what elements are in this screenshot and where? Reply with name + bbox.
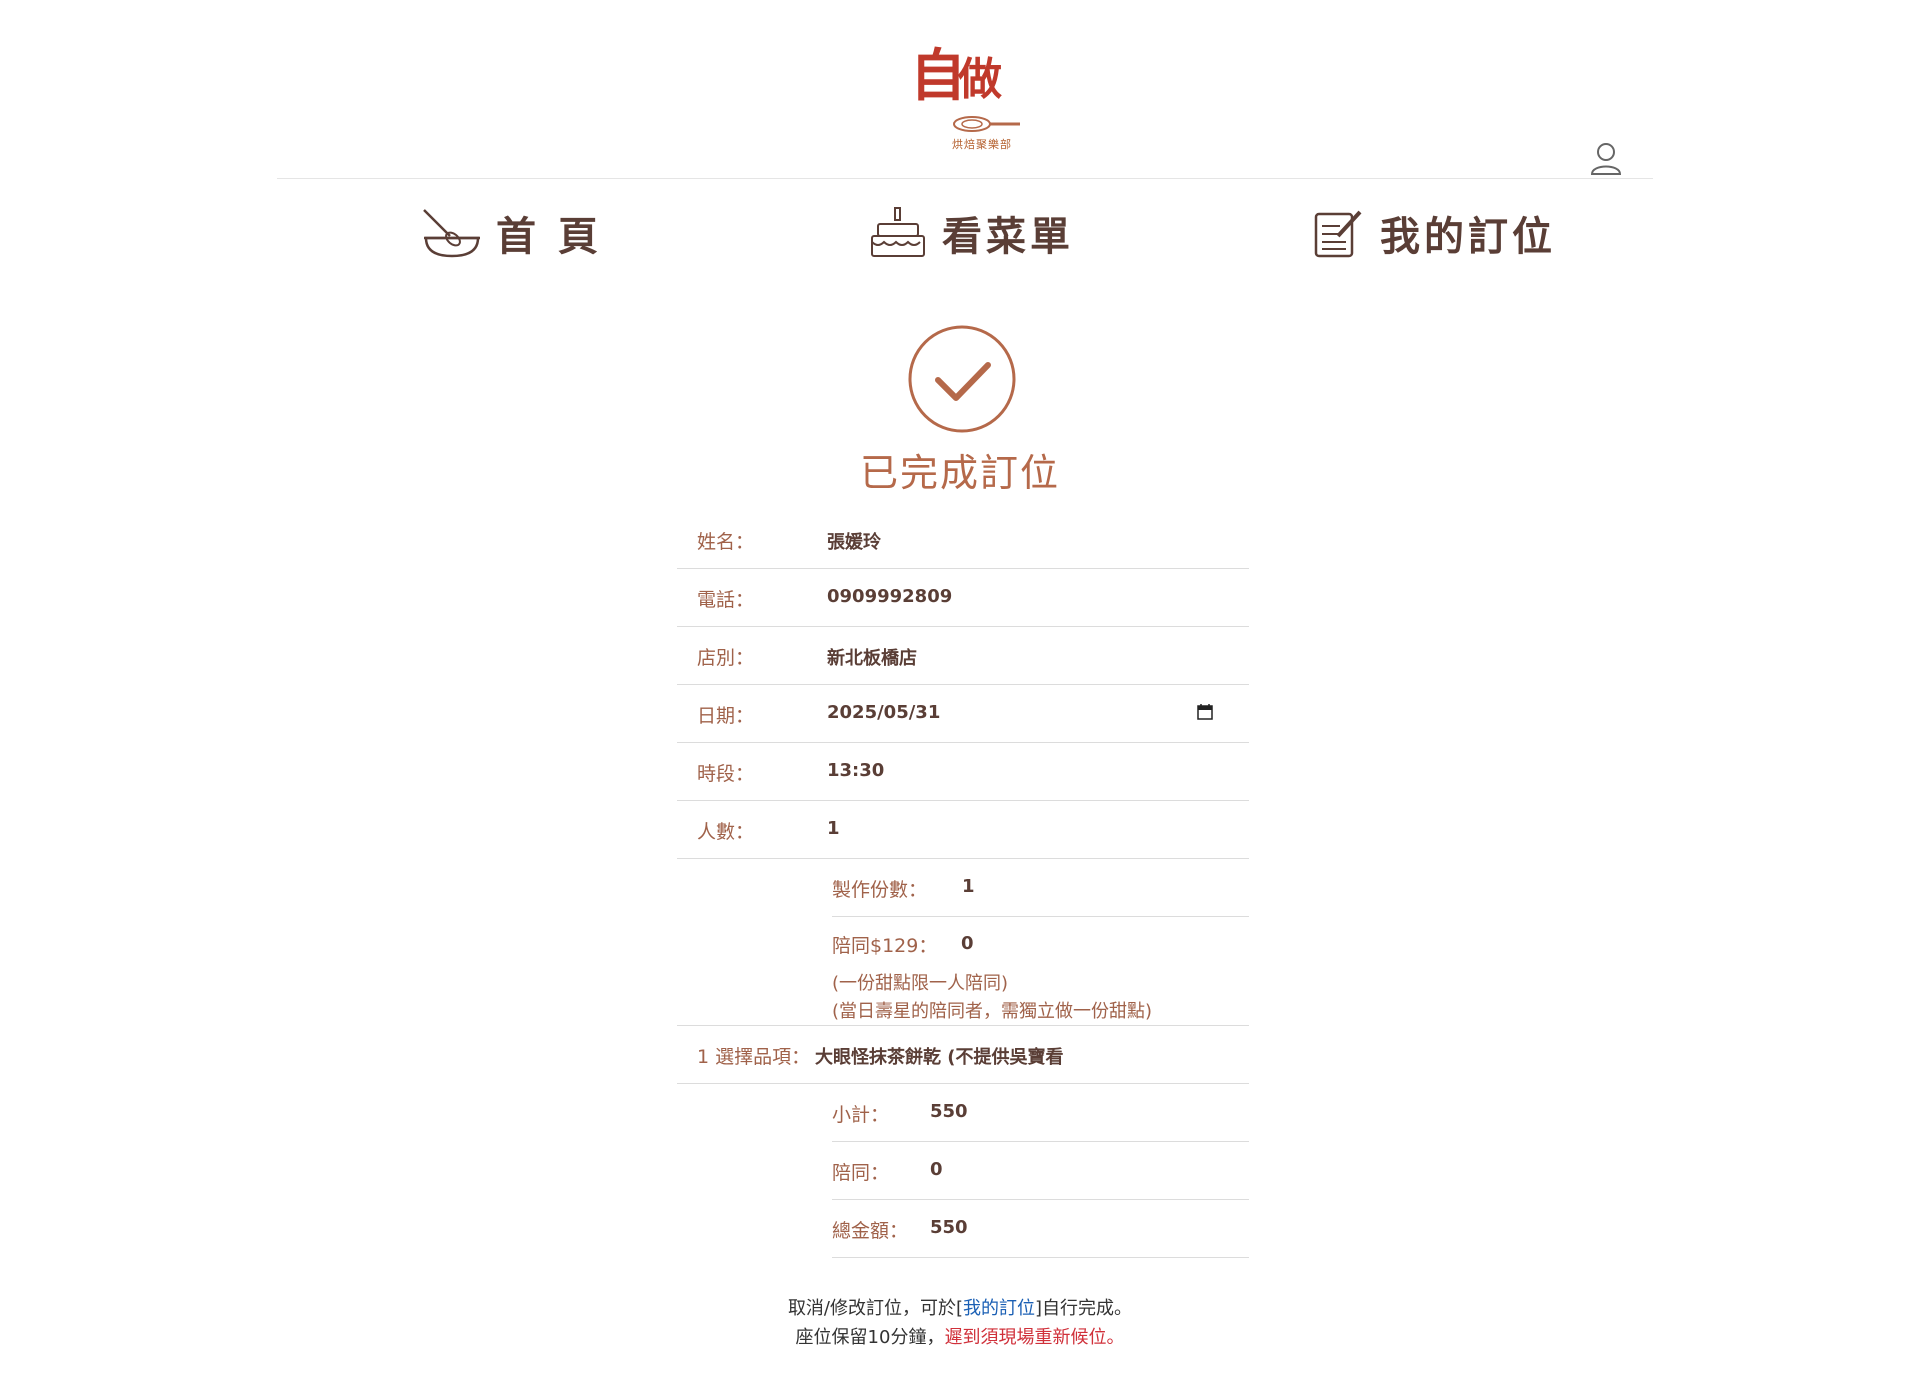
accompany-block: 陪同$129： 0 (一份甜點限一人陪同) (當日壽星的陪同者，需獨立做一份甜點… xyxy=(677,917,1249,1026)
total-value: 550 xyxy=(930,1217,968,1238)
accompany-value: 0 xyxy=(961,933,974,954)
name-row: 姓名： 張媛玲 xyxy=(677,511,1249,569)
time-row: 時段： 13:30 xyxy=(677,743,1249,801)
user-icon[interactable] xyxy=(1588,140,1624,176)
notepad-icon xyxy=(1314,210,1362,258)
main-nav: 首 頁 看菜單 我的訂位 xyxy=(0,198,1920,268)
store-label: 店別： xyxy=(697,647,755,669)
date-label: 日期： xyxy=(697,705,755,727)
footer-line2-pre: 座位保留10分鐘， xyxy=(795,1327,945,1348)
people-label: 人數： xyxy=(697,821,755,843)
header-divider xyxy=(277,178,1653,179)
success-title: 已完成訂位 xyxy=(859,451,1060,495)
item-row: 1 選擇品項： 大眼怪抹茶餅乾 (不提供吳寶看 xyxy=(677,1026,1249,1084)
accompany-label: 陪同$129： xyxy=(832,935,938,957)
subtotal-label: 小計： xyxy=(832,1104,890,1126)
item-label: 1 選擇品項： xyxy=(697,1046,811,1068)
footer-note-2: 座位保留10分鐘，遲到須現場重新候位。 xyxy=(0,1323,1920,1349)
nav-home[interactable]: 首 頁 xyxy=(420,198,602,268)
subtotal-value: 550 xyxy=(930,1101,968,1122)
item-value: 大眼怪抹茶餅乾 (不提供吳寶看 xyxy=(815,1047,1064,1068)
footer-line1-pre: 取消/修改訂位，可於[ xyxy=(787,1298,964,1319)
nav-menu[interactable]: 看菜單 xyxy=(868,198,1074,268)
footer-note-1: 取消/修改訂位，可於[我的訂位]自行完成。 xyxy=(0,1294,1920,1320)
late-warning: 遲到須現場重新候位。 xyxy=(944,1327,1125,1348)
nav-my-booking[interactable]: 我的訂位 xyxy=(1310,198,1556,268)
phone-value: 0909992809 xyxy=(827,586,953,607)
portions-row: 製作份數： 1 xyxy=(832,859,1249,917)
booking-details: 姓名： 張媛玲 電話： 0909992809 店別： 新北板橋店 日期： 202… xyxy=(677,511,1249,1258)
total-label: 總金額： xyxy=(832,1220,909,1242)
date-field[interactable]: 2025/05/31 xyxy=(827,702,940,723)
people-row: 人數： 1 xyxy=(677,801,1249,859)
logo-subtitle: 烘焙聚樂部 xyxy=(952,138,1012,151)
total-row: 總金額： 550 xyxy=(832,1200,1249,1258)
nav-home-label: 首 頁 xyxy=(496,214,602,260)
calendar-icon[interactable] xyxy=(1197,704,1213,720)
time-value: 13:30 xyxy=(827,760,885,781)
cake-icon xyxy=(871,207,925,257)
footer-line1-post: ]自行完成。 xyxy=(1035,1298,1133,1319)
check-circle-icon xyxy=(908,325,1016,433)
portions-label: 製作份數： xyxy=(832,879,928,901)
nav-my-booking-label: 我的訂位 xyxy=(1380,214,1556,260)
accompany-note-2: (當日壽星的陪同者，需獨立做一份甜點) xyxy=(832,1001,1153,1022)
store-row: 店別： 新北板橋店 xyxy=(677,627,1249,685)
time-label: 時段： xyxy=(697,763,755,785)
date-row[interactable]: 日期： 2025/05/31 xyxy=(677,685,1249,743)
name-label: 姓名： xyxy=(697,531,755,553)
people-value: 1 xyxy=(827,818,840,839)
logo-char-2: 做 xyxy=(958,54,1002,105)
nav-menu-label: 看菜單 xyxy=(942,214,1074,260)
accompany-fee-value: 0 xyxy=(930,1159,943,1180)
phone-label: 電話： xyxy=(697,589,755,611)
store-value: 新北板橋店 xyxy=(827,648,917,669)
accompany-fee-label: 陪同： xyxy=(832,1162,890,1184)
subtotal-row: 小計： 550 xyxy=(832,1084,1249,1142)
brand-logo[interactable]: 自 做 烘焙聚樂部 xyxy=(900,44,1030,154)
my-booking-link[interactable]: 我的訂位 xyxy=(963,1298,1035,1319)
accompany-note-1: (一份甜點限一人陪同) xyxy=(832,973,1009,994)
portions-value: 1 xyxy=(962,876,975,897)
mixing-bowl-icon xyxy=(423,209,480,258)
whisk-icon xyxy=(953,116,1020,132)
accompany-fee-row: 陪同： 0 xyxy=(832,1142,1249,1200)
phone-row: 電話： 0909992809 xyxy=(677,569,1249,627)
name-value: 張媛玲 xyxy=(827,532,881,553)
